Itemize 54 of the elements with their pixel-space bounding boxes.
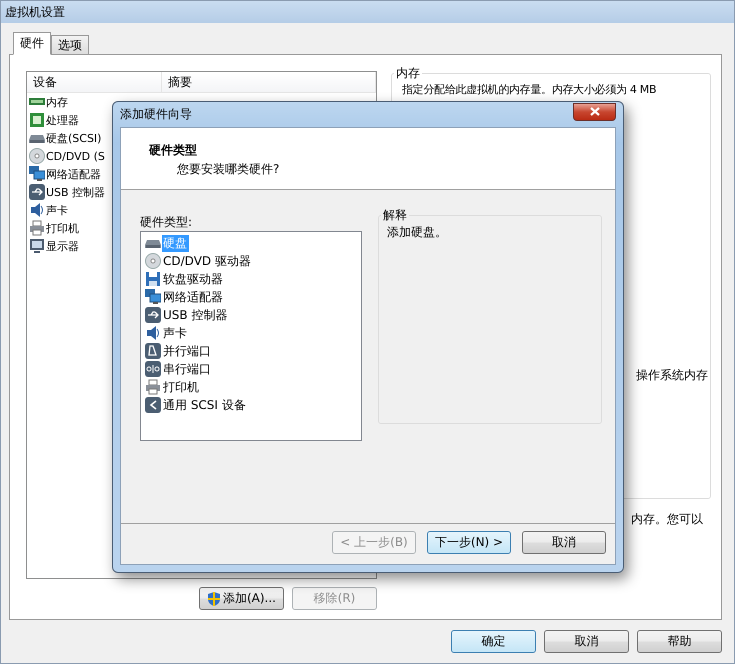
- memory-note: 内存。您可以: [631, 511, 703, 528]
- close-icon: [590, 107, 600, 116]
- device-name[interactable]: 处理器: [46, 112, 79, 128]
- dialog-button[interactable]: 帮助: [637, 630, 722, 653]
- memory-text: 操作系统内存: [636, 367, 708, 384]
- tab[interactable]: 选项: [51, 35, 89, 55]
- device-name[interactable]: 显示器: [46, 238, 79, 254]
- group-title: 解释: [382, 207, 408, 224]
- disc-icon: [29, 148, 45, 164]
- wizard-heading: 硬件类型: [149, 142, 198, 159]
- window-title: 虚拟机设置: [5, 4, 65, 20]
- column-header[interactable]: 摘要: [162, 72, 376, 92]
- hardware-item[interactable]: CD/DVD 驱动器: [162, 252, 253, 270]
- network-icon: [29, 166, 45, 182]
- wizard-button[interactable]: 下一步(N) >: [427, 531, 511, 554]
- wizard-subheading: 您要安装哪类硬件?: [176, 161, 280, 178]
- wizard-button[interactable]: 取消: [522, 531, 606, 554]
- printer-icon: [145, 379, 161, 395]
- add-button[interactable]: 添加(A)...: [199, 587, 284, 610]
- group-title: 内存: [395, 65, 421, 82]
- hardware-item[interactable]: 网络适配器: [162, 288, 225, 306]
- dialog-title: 添加硬件向导: [120, 106, 192, 123]
- explanation-text: 添加硬盘。: [387, 225, 447, 239]
- tab[interactable]: 硬件: [13, 32, 51, 55]
- device-name[interactable]: 内存: [46, 94, 68, 110]
- speaker-icon: [145, 325, 161, 341]
- shield-icon: [206, 592, 221, 606]
- chip-icon: [29, 112, 45, 128]
- device-name[interactable]: 打印机: [46, 220, 79, 236]
- hardware-item[interactable]: 串行端口: [162, 360, 213, 378]
- hardware-item[interactable]: 打印机: [162, 378, 201, 396]
- device-name[interactable]: 声卡: [46, 202, 68, 218]
- port-icon: [145, 343, 161, 359]
- device-name[interactable]: CD/DVD (S: [46, 150, 105, 162]
- memory-description: 指定分配给此虚拟机的内存量。内存大小必须为 4 MB: [402, 82, 658, 97]
- dialog-button[interactable]: 取消: [544, 630, 629, 653]
- dialog-button[interactable]: 确定: [451, 630, 536, 653]
- hardware-item[interactable]: USB 控制器: [162, 306, 230, 324]
- list-label: 硬件类型:: [140, 214, 194, 231]
- speaker-icon: [29, 202, 45, 218]
- hardware-item[interactable]: 通用 SCSI 设备: [162, 396, 248, 414]
- hardware-item[interactable]: 声卡: [162, 324, 189, 342]
- device-name[interactable]: 网络适配器: [46, 166, 101, 182]
- serial-port-icon: [145, 361, 161, 377]
- hardware-item[interactable]: 并行端口: [162, 342, 213, 360]
- disc-icon: [145, 253, 161, 269]
- column-header[interactable]: 设备: [27, 72, 162, 92]
- device-name[interactable]: USB 控制器: [46, 184, 106, 200]
- close-button[interactable]: [573, 102, 616, 120]
- monitor-icon: [29, 238, 45, 254]
- hardware-item[interactable]: 软盘驱动器: [162, 270, 225, 288]
- network-icon: [145, 289, 161, 305]
- device-name[interactable]: 硬盘(SCSI): [46, 130, 102, 146]
- printer-icon: [29, 220, 45, 236]
